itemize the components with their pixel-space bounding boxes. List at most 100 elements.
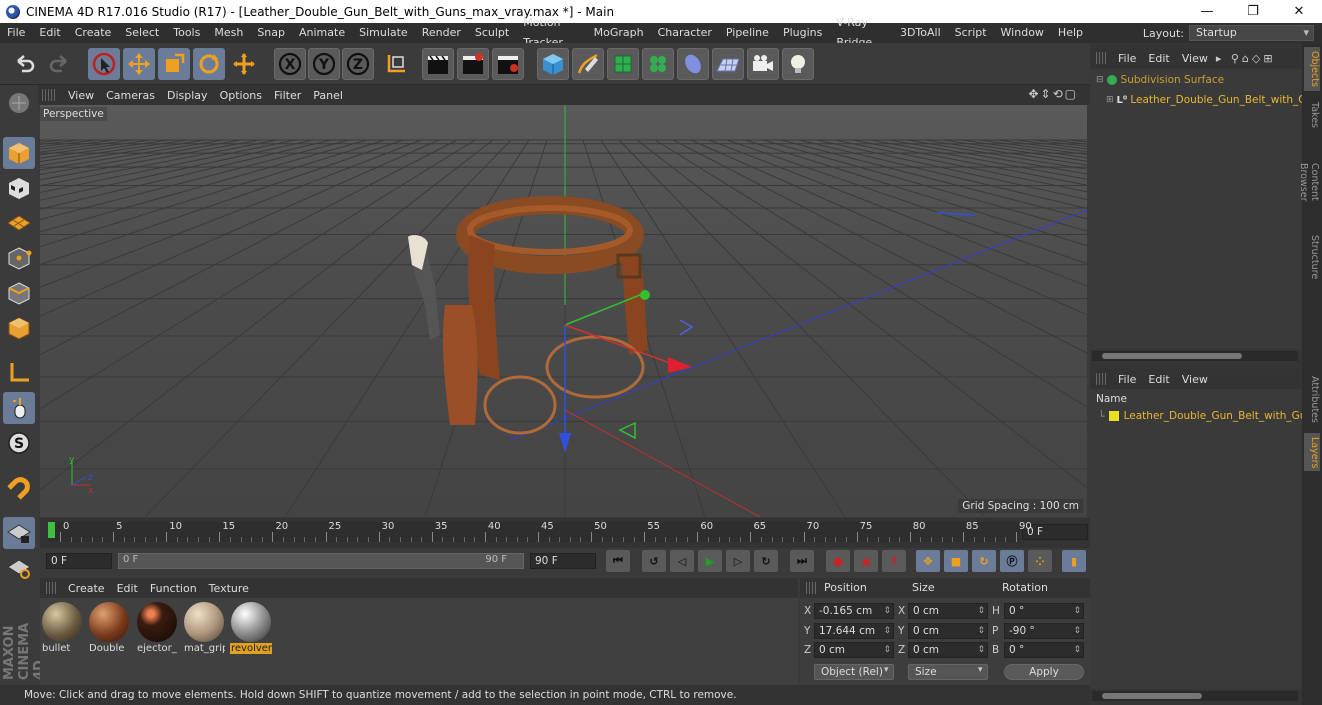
start-frame-field[interactable]: 0 F (46, 553, 112, 569)
previous-key-icon[interactable]: ↺ (642, 550, 666, 572)
play-icon[interactable]: ▶ (698, 550, 722, 572)
recent-tools-icon[interactable] (228, 48, 260, 80)
menu-simulate[interactable]: Simulate (352, 23, 415, 43)
floor-icon[interactable] (712, 48, 744, 80)
material-menu-texture[interactable]: Texture (203, 582, 255, 595)
viewport-menu-filter[interactable]: Filter (268, 89, 307, 102)
menu-script[interactable]: Script (948, 23, 994, 43)
previous-frame-icon[interactable]: ◁ (670, 550, 694, 572)
rotation-p-field[interactable]: -90 ° (1004, 623, 1084, 639)
viewport-menu-view[interactable]: View (62, 89, 100, 102)
tab-structure[interactable]: Structure (1304, 231, 1320, 283)
x-axis-icon[interactable]: X (274, 48, 306, 80)
points-mode-icon[interactable] (3, 242, 35, 274)
undo-icon[interactable] (9, 48, 41, 80)
menu-tools[interactable]: Tools (166, 23, 207, 43)
make-editable-icon[interactable] (3, 87, 35, 119)
menu-snap[interactable]: Snap (250, 23, 292, 43)
playhead[interactable] (48, 522, 55, 538)
objects-toolbar-icons[interactable]: ▸ ⚲⌂◇⊞ (1214, 52, 1278, 65)
tab-attributes[interactable]: Attributes (1304, 371, 1320, 427)
rotation-b-field[interactable]: 0 ° (1004, 642, 1084, 658)
snap-icon[interactable]: S (3, 427, 35, 459)
next-frame-icon[interactable]: ▷ (726, 550, 750, 572)
layers-horizontal-scrollbar[interactable] (1092, 691, 1298, 701)
go-to-start-icon[interactable]: ⏮ (606, 550, 630, 572)
rotate-icon[interactable] (193, 48, 225, 80)
light-icon[interactable] (782, 48, 814, 80)
restore-button[interactable]: ❐ (1230, 0, 1276, 23)
apply-button[interactable]: Apply (1004, 664, 1084, 680)
rotation-h-field[interactable]: 0 ° (1004, 603, 1084, 619)
deformer-icon[interactable] (677, 48, 709, 80)
material-menu-edit[interactable]: Edit (111, 582, 144, 595)
objects-horizontal-scrollbar[interactable] (1092, 351, 1298, 361)
layer-row[interactable]: └ Leather_Double_Gun_Belt_with_Guns (1098, 409, 1319, 423)
objects-menu-view[interactable]: View (1176, 52, 1214, 65)
tweak-icon[interactable] (3, 392, 35, 424)
camera-label[interactable]: Perspective (40, 107, 107, 121)
lock-workplane-icon[interactable] (3, 517, 35, 549)
menu-window[interactable]: Window (994, 23, 1051, 43)
edit-render-settings-icon[interactable] (492, 48, 524, 80)
position-z-field[interactable]: 0 cm (814, 642, 894, 658)
viewport-menu-display[interactable]: Display (161, 89, 214, 102)
size-z-field[interactable]: 0 cm (908, 642, 988, 658)
material-menu-function[interactable]: Function (144, 582, 203, 595)
current-frame-field[interactable]: 0 F (1022, 524, 1088, 540)
menu-pipeline[interactable]: Pipeline (719, 23, 776, 43)
tree-expand-icon[interactable]: ⊞ (1106, 95, 1114, 105)
size-x-field[interactable]: 0 cm (908, 603, 988, 619)
next-key-icon[interactable]: ↻ (754, 550, 778, 572)
menu-file[interactable]: File (0, 23, 32, 43)
timeline-window-icon[interactable]: ▮ (1062, 550, 1086, 572)
position-y-field[interactable]: 17.644 cm (814, 623, 894, 639)
panel-grip-icon[interactable] (1096, 373, 1108, 385)
key-pla-icon[interactable]: ⁘ (1028, 550, 1052, 572)
position-x-field[interactable]: -0.165 cm (814, 603, 894, 619)
material-swatch[interactable]: bullet (41, 601, 83, 657)
texture-mode-icon[interactable] (3, 172, 35, 204)
record-active-icon[interactable]: ● (826, 550, 850, 572)
autokey-icon[interactable]: ◉ (854, 550, 878, 572)
menu-select[interactable]: Select (118, 23, 166, 43)
cloner-icon[interactable] (642, 48, 674, 80)
layers-menu-view[interactable]: View (1176, 373, 1214, 386)
tab-layers[interactable]: Layers (1304, 433, 1320, 471)
tree-collapse-icon[interactable]: ⊟ (1096, 75, 1104, 85)
menu-sculpt[interactable]: Sculpt (468, 23, 516, 43)
viewport-nav-icons[interactable]: ✥⇕⟲▢ (1022, 87, 1084, 101)
workplane-icon[interactable] (3, 207, 35, 239)
panel-grip-icon[interactable] (46, 582, 58, 594)
layer-name-column-header[interactable]: Name (1096, 393, 1127, 405)
layout-select[interactable]: Startup (1189, 25, 1314, 41)
timeline-ruler[interactable]: 0 F 0 5 10 15 20 25 30 35 40 45 50 55 60 65 70 75 80 85 90 (40, 518, 1090, 548)
menu-mesh[interactable]: Mesh (207, 23, 250, 43)
key-rotation-icon[interactable]: ↻ (972, 550, 996, 572)
viewport-menu-cameras[interactable]: Cameras (100, 89, 161, 102)
material-menu-create[interactable]: Create (62, 582, 111, 595)
live-selection-icon[interactable] (88, 48, 120, 80)
coordinate-system-icon[interactable] (380, 48, 412, 80)
tab-content-browser[interactable]: Content Browser (1298, 139, 1320, 225)
key-scale-icon[interactable]: ■ (944, 550, 968, 572)
size-mode-dropdown[interactable]: Size (908, 664, 988, 680)
object-row[interactable]: ⊟ Subdivision Surface (1096, 73, 1224, 87)
menu-plugins[interactable]: Plugins (776, 23, 829, 43)
close-button[interactable]: ✕ (1276, 0, 1322, 23)
key-parameter-icon[interactable]: Ⓟ (1000, 550, 1024, 572)
menu-animate[interactable]: Animate (292, 23, 352, 43)
subdivision-icon[interactable] (607, 48, 639, 80)
menu-render[interactable]: Render (415, 23, 468, 43)
camera-icon[interactable] (747, 48, 779, 80)
scale-icon[interactable] (158, 48, 190, 80)
viewport-menu-options[interactable]: Options (214, 89, 268, 102)
model-mode-icon[interactable] (3, 137, 35, 169)
layers-menu-file[interactable]: File (1112, 373, 1142, 386)
size-y-field[interactable]: 0 cm (908, 623, 988, 639)
layers-menu-edit[interactable]: Edit (1142, 373, 1175, 386)
edges-mode-icon[interactable] (3, 277, 35, 309)
panel-grip-icon[interactable] (42, 89, 56, 101)
quantize-icon[interactable] (3, 552, 35, 584)
menu-3dtoall[interactable]: 3DToAll (893, 23, 948, 43)
